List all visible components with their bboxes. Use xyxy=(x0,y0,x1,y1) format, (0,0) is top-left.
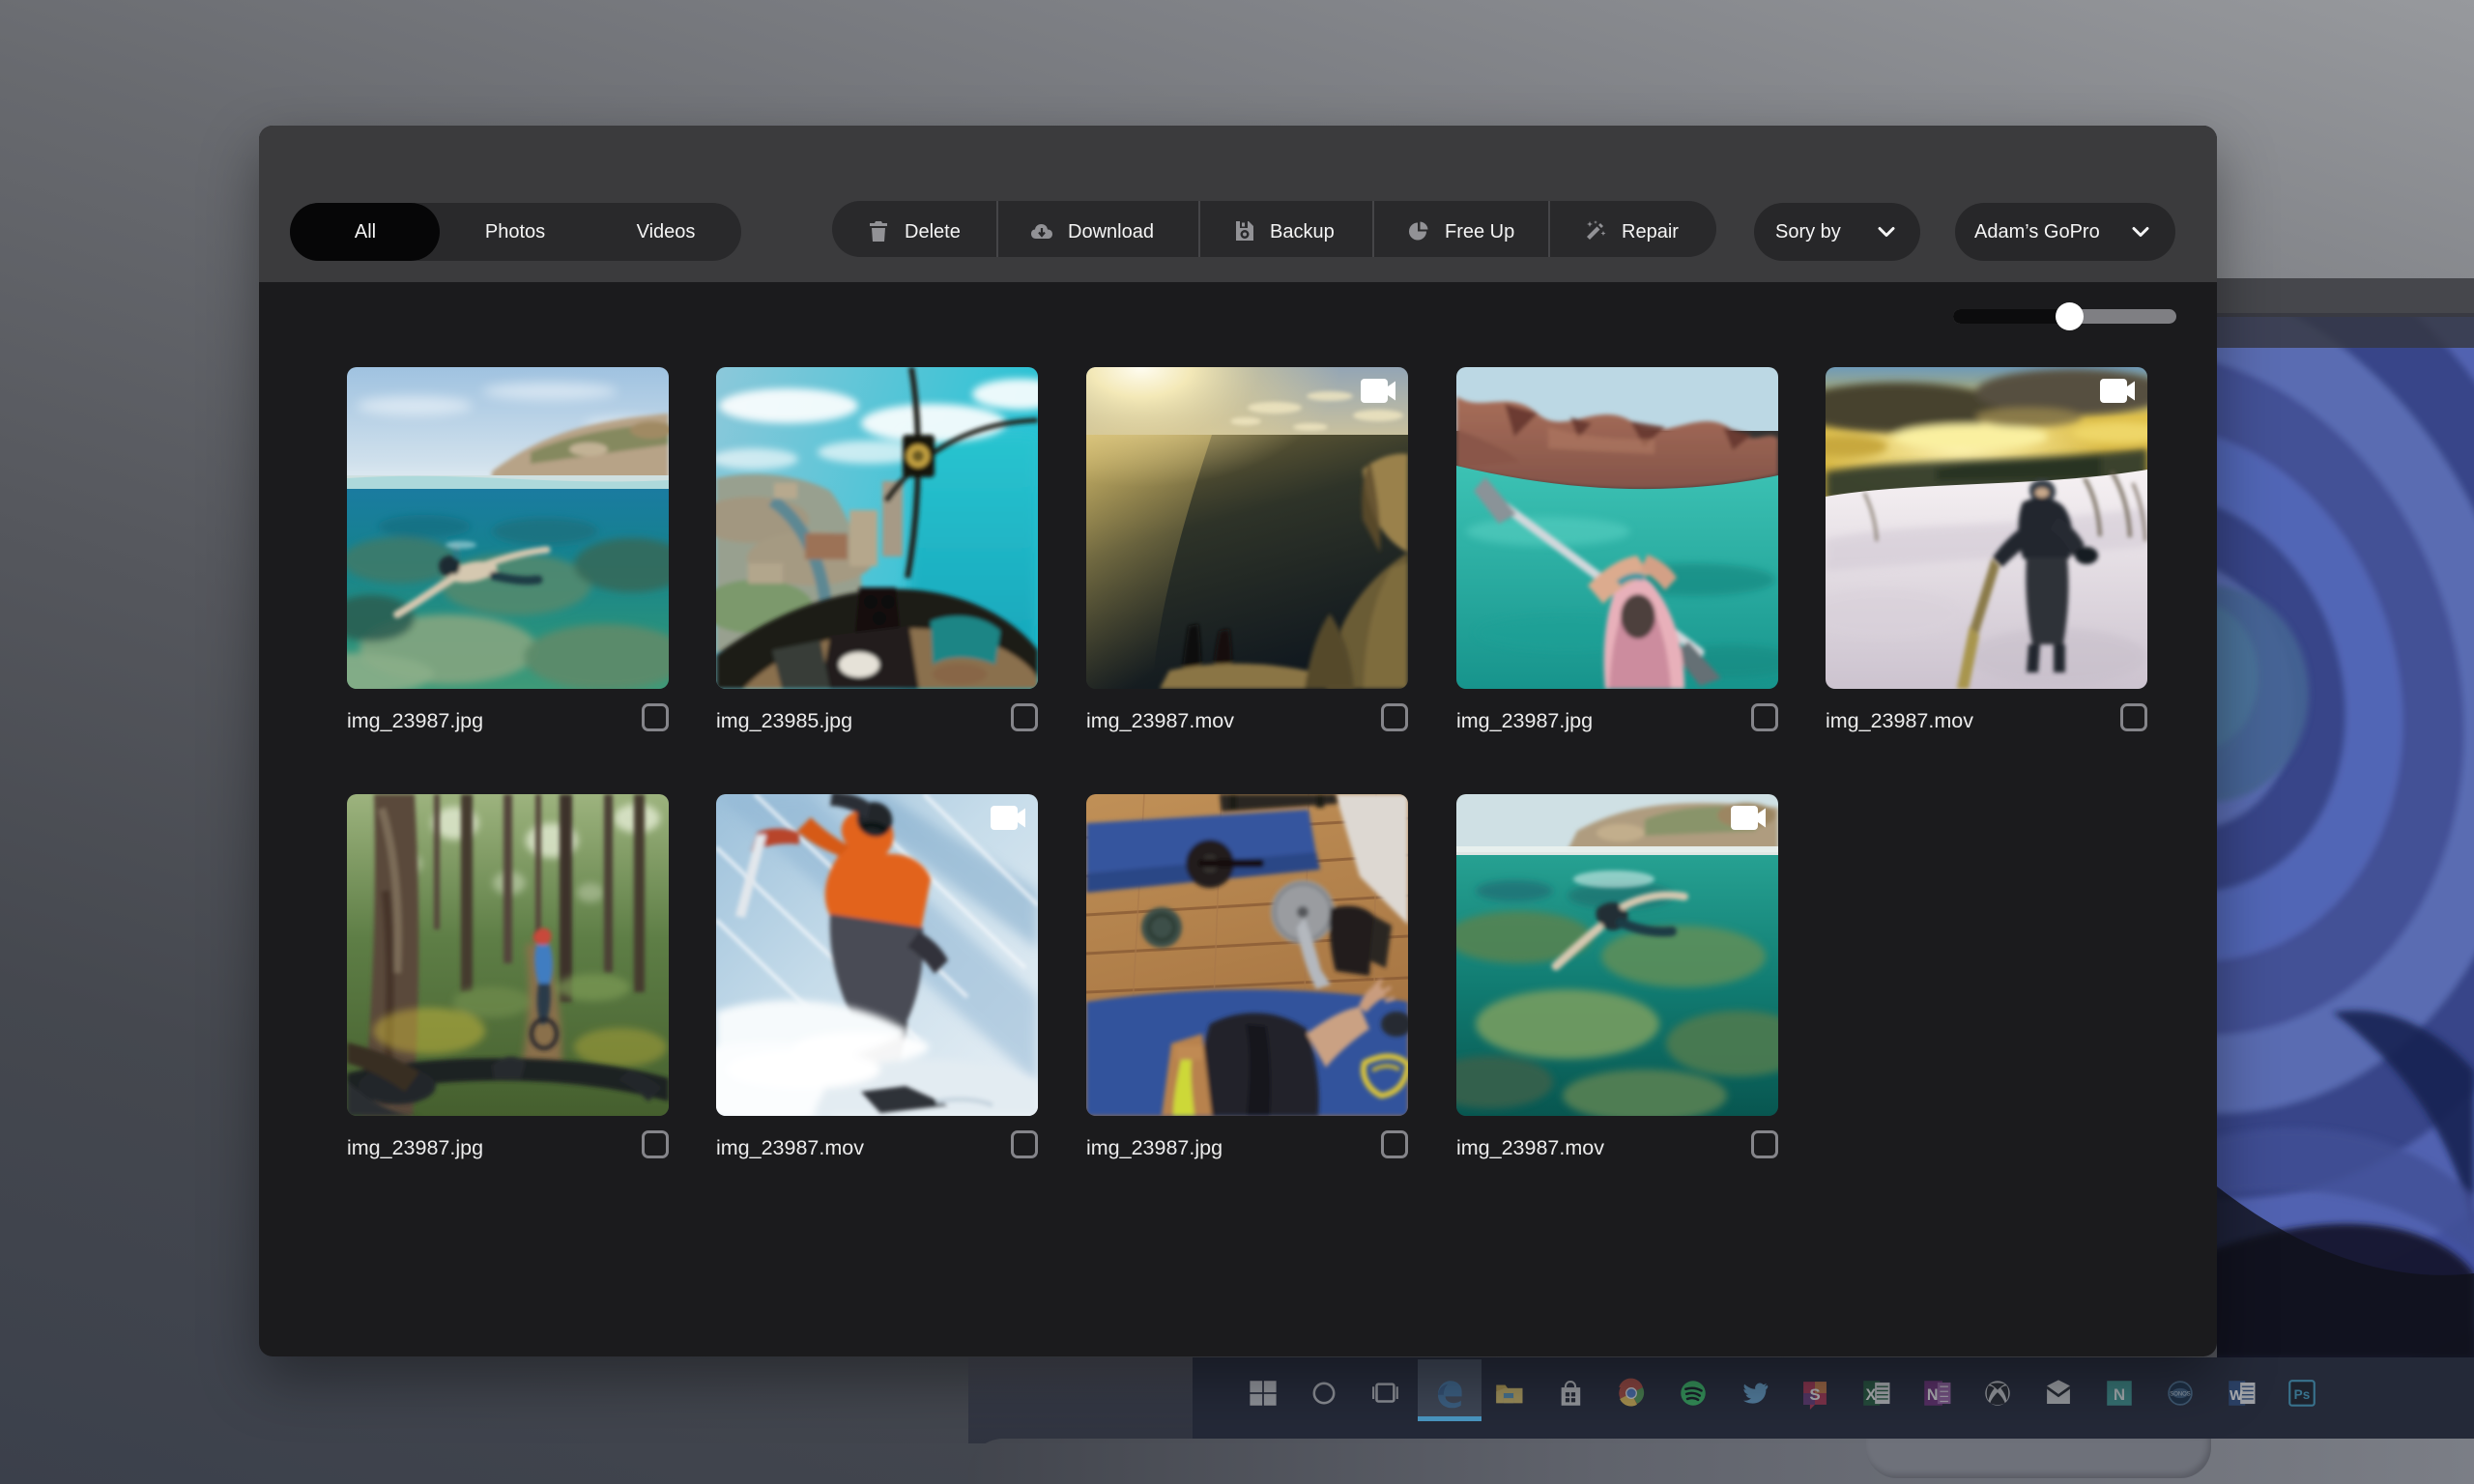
svg-text:X: X xyxy=(1866,1386,1877,1404)
svg-text:S: S xyxy=(1809,1385,1820,1404)
svg-text:W: W xyxy=(2229,1388,2243,1404)
svg-text:SONOS: SONOS xyxy=(2170,1392,2190,1398)
svg-text:N: N xyxy=(1927,1386,1939,1404)
svg-text:Ps: Ps xyxy=(2294,1387,2311,1402)
svg-text:N: N xyxy=(2114,1385,2125,1404)
